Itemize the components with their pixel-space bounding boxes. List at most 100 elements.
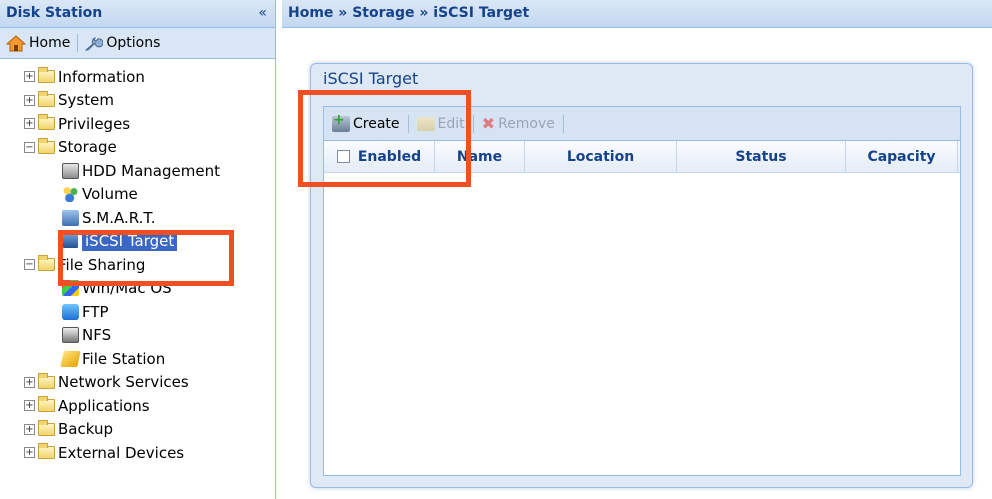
tree-item-label: NFS <box>82 326 112 345</box>
tree-item-external-devices[interactable]: + External Devices <box>0 441 275 465</box>
column-name[interactable]: Name <box>435 141 525 172</box>
tree-item-label: FTP <box>82 302 109 321</box>
expand-icon[interactable]: + <box>24 423 35 435</box>
remove-button[interactable]: ✖ Remove <box>482 114 555 133</box>
folder-icon <box>38 396 55 413</box>
home-button[interactable]: Home <box>6 34 71 52</box>
tree-item-label: File Sharing <box>58 255 146 274</box>
folder-icon <box>38 90 55 107</box>
edit-label: Edit <box>437 115 465 132</box>
select-all-checkbox[interactable] <box>336 150 350 163</box>
expand-icon[interactable]: + <box>24 447 35 459</box>
collapse-tree-icon[interactable]: − <box>24 259 35 271</box>
tree-item-label: Applications <box>58 396 150 415</box>
column-label: Location <box>566 148 635 165</box>
tree-item-storage[interactable]: − Storage <box>0 136 275 160</box>
expand-icon[interactable]: + <box>24 71 35 83</box>
tree-item-ftp[interactable]: FTP <box>0 300 275 324</box>
tree-item-win-mac-os[interactable]: Win/Mac OS <box>0 277 275 301</box>
column-label: Capacity <box>867 148 936 165</box>
grid-header: Enabled Name Location Status Capacity <box>324 141 960 173</box>
wrench-icon <box>85 36 104 50</box>
tree-item-label: Backup <box>58 420 113 439</box>
tree-item-label: S.M.A.R.T. <box>82 208 156 227</box>
column-enabled[interactable]: Enabled <box>324 141 435 172</box>
toolbar-separator <box>562 114 564 133</box>
expand-icon[interactable]: + <box>24 94 35 106</box>
tree-item-system[interactable]: + System <box>0 89 275 113</box>
tree-item-label: Network Services <box>58 373 189 392</box>
open-folder-icon <box>38 255 55 272</box>
tree-item-applications[interactable]: + Applications <box>0 394 275 418</box>
iscsi-target-grid: Create Edit ✖ Remove Enabled <box>323 106 961 476</box>
expand-icon[interactable]: + <box>24 118 35 130</box>
create-icon <box>332 112 350 132</box>
toolbar-separator <box>472 114 474 133</box>
panel-title: iSCSI Target <box>323 69 419 88</box>
tree-item-label: Storage <box>58 138 117 157</box>
folder-icon <box>38 114 55 131</box>
folder-icon <box>38 419 55 436</box>
home-label: Home <box>29 35 71 51</box>
column-location[interactable]: Location <box>525 141 677 172</box>
hdd-icon <box>62 162 79 179</box>
folder-icon <box>38 443 55 460</box>
tree-item-information[interactable]: + Information <box>0 65 275 89</box>
column-label: Name <box>456 148 503 165</box>
tree-item-label: HDD Management <box>82 161 220 180</box>
iscsi-target-panel: iSCSI Target Create Edit ✖ Remove <box>310 63 973 488</box>
nav-tree: + Information + System + Privileges − St… <box>0 59 275 465</box>
tree-item-smart[interactable]: S.M.A.R.T. <box>0 206 275 230</box>
sidebar-header: Disk Station « <box>0 0 275 28</box>
toolbar-separator <box>77 34 79 52</box>
expand-icon[interactable]: + <box>24 400 35 412</box>
grid-toolbar: Create Edit ✖ Remove <box>324 107 960 141</box>
tree-item-label: Win/Mac OS <box>82 279 172 298</box>
folder-icon <box>38 372 55 389</box>
tree-item-volume[interactable]: Volume <box>0 183 275 207</box>
tree-item-iscsi-target[interactable]: iSCSI Target <box>0 230 275 254</box>
sidebar-toolbar: Home Options <box>0 28 275 59</box>
iscsi-icon <box>62 233 79 250</box>
tree-item-network-services[interactable]: + Network Services <box>0 371 275 395</box>
main-content: Home » Storage » iSCSI Target iSCSI Targ… <box>282 0 992 499</box>
column-status[interactable]: Status <box>677 141 846 172</box>
volume-icon <box>62 186 79 203</box>
edit-button[interactable]: Edit <box>416 115 465 132</box>
smart-icon <box>62 209 79 226</box>
tree-item-privileges[interactable]: + Privileges <box>0 112 275 136</box>
home-icon <box>6 34 26 51</box>
breadcrumb: Home » Storage » iSCSI Target <box>282 0 992 28</box>
tree-item-label: System <box>58 91 114 110</box>
remove-icon: ✖ <box>481 114 496 133</box>
tree-item-label: Information <box>58 67 145 86</box>
tree-item-hdd-management[interactable]: HDD Management <box>0 159 275 183</box>
nfs-icon <box>62 327 79 344</box>
column-capacity[interactable]: Capacity <box>846 141 958 172</box>
tree-item-label: External Devices <box>58 443 185 462</box>
tree-item-file-sharing[interactable]: − File Sharing <box>0 253 275 277</box>
tree-item-label: iSCSI Target <box>82 231 178 252</box>
expand-icon[interactable]: + <box>24 376 35 388</box>
create-button[interactable]: Create <box>332 112 400 132</box>
sidebar-title: Disk Station <box>6 5 103 21</box>
collapse-tree-icon[interactable]: − <box>24 141 35 153</box>
folder-icon <box>38 67 55 84</box>
tree-item-label: File Station <box>82 349 166 368</box>
options-label: Options <box>106 35 161 51</box>
tree-item-backup[interactable]: + Backup <box>0 418 275 442</box>
column-label: Status <box>735 148 787 165</box>
options-button[interactable]: Options <box>85 35 160 52</box>
tree-item-file-station[interactable]: File Station <box>0 347 275 371</box>
tree-item-nfs[interactable]: NFS <box>0 324 275 348</box>
create-label: Create <box>353 115 400 132</box>
file-station-icon <box>60 350 81 367</box>
edit-icon <box>416 116 435 131</box>
sidebar: Disk Station « Home Options + Informatio… <box>0 0 276 499</box>
tree-item-label: Volume <box>82 185 138 204</box>
ftp-icon <box>62 303 79 320</box>
tree-item-label: Privileges <box>58 114 131 133</box>
column-label: Enabled <box>357 148 422 165</box>
remove-label: Remove <box>498 115 555 132</box>
collapse-icon[interactable]: « <box>258 0 267 26</box>
